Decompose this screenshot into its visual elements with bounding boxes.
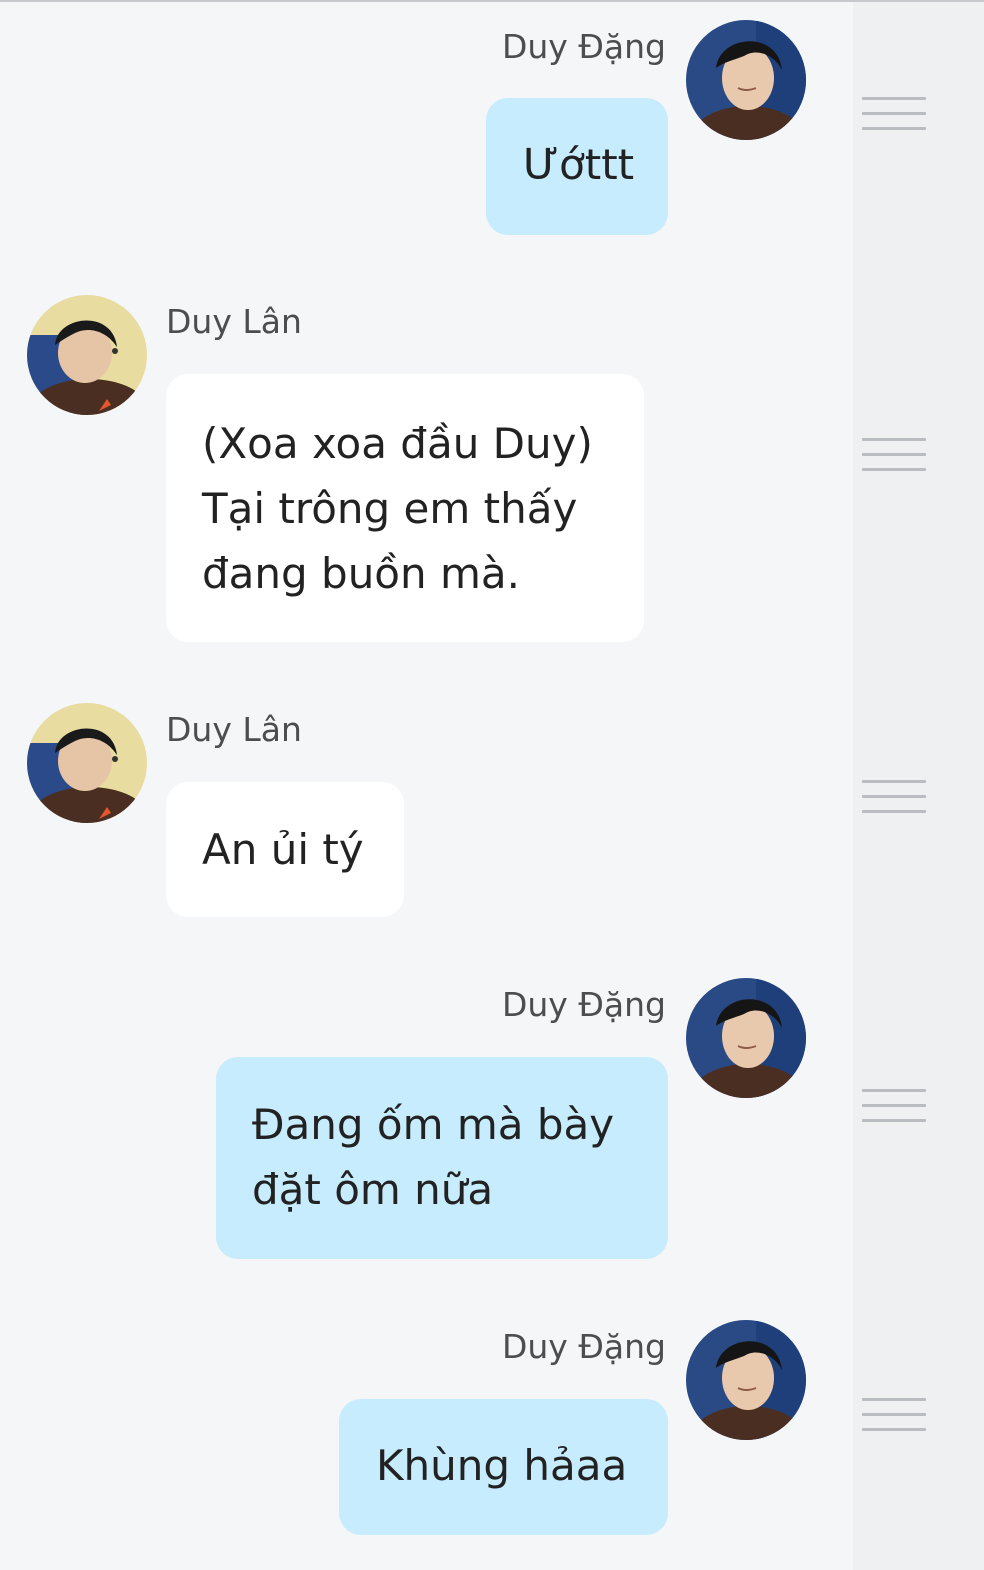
drag-handle-icon[interactable] <box>862 97 926 131</box>
message-bubble[interactable]: (Xoa xoa đầu Duy) Tại trông em thấy đang… <box>166 374 644 642</box>
avatar-photo-duy-dang-icon <box>686 20 806 140</box>
message-text: đang buồn mà. <box>202 549 520 598</box>
message-bubble[interactable]: Đang ốm mà bày đặt ôm nữa <box>216 1057 668 1259</box>
drag-handle-icon[interactable] <box>862 780 926 814</box>
avatar-photo-duy-dang-icon <box>686 978 806 1098</box>
message-text: Ướttt <box>523 140 635 189</box>
avatar[interactable] <box>686 1320 806 1440</box>
drag-handle-icon[interactable] <box>862 1089 926 1123</box>
sender-name: Duy Đặng <box>501 985 666 1024</box>
message-bubble[interactable]: An ủi tý <box>166 782 404 917</box>
avatar[interactable] <box>27 295 147 415</box>
sender-name: Duy Đặng <box>501 27 666 66</box>
avatar-photo-duy-lan-icon <box>27 703 147 823</box>
avatar-photo-duy-lan-icon <box>27 295 147 415</box>
message-text: đặt ôm nữa <box>252 1165 494 1214</box>
top-divider <box>0 0 984 2</box>
sender-name: Duy Lân <box>166 710 302 749</box>
drag-handle-icon[interactable] <box>862 438 926 472</box>
avatar[interactable] <box>686 978 806 1098</box>
message-text: Tại trông em thấy <box>202 484 578 533</box>
avatar[interactable] <box>27 703 147 823</box>
message-text: Khùng hảaa <box>376 1441 628 1490</box>
message-text: Đang ốm mà bày <box>252 1100 615 1149</box>
chat-screen: Duy Đặng Ướttt Duy Lân (Xoa xoa đầu Duy)… <box>0 0 984 1570</box>
sender-name: Duy Đặng <box>501 1327 666 1366</box>
message-bubble[interactable]: Ướttt <box>486 98 668 235</box>
message-text: (Xoa xoa đầu Duy) <box>202 419 593 468</box>
message-text: An ủi tý <box>202 825 364 874</box>
avatar[interactable] <box>686 20 806 140</box>
drag-handle-icon[interactable] <box>862 1398 926 1432</box>
avatar-photo-duy-dang-icon <box>686 1320 806 1440</box>
message-bubble[interactable]: Khùng hảaa <box>339 1399 668 1535</box>
sender-name: Duy Lân <box>166 302 302 341</box>
